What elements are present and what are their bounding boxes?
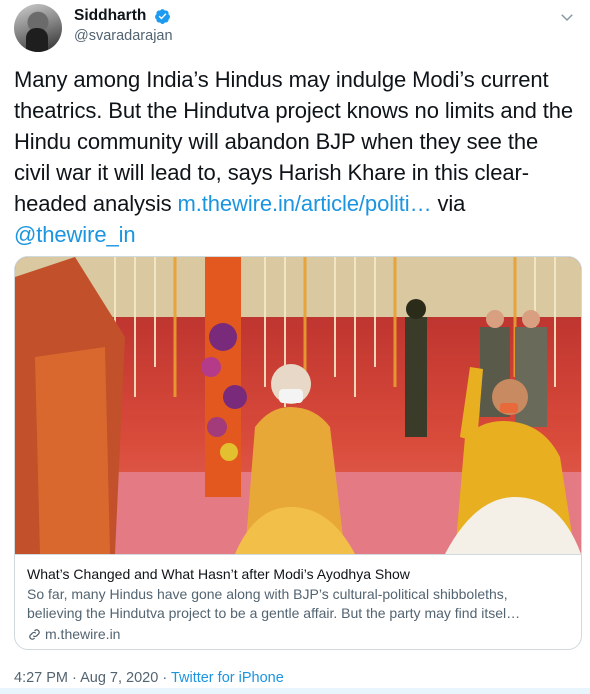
tweet-header: Siddharth @svaradarajan xyxy=(14,4,580,52)
card-title[interactable]: What’s Changed and What Hasn’t after Mod… xyxy=(27,565,571,584)
display-name[interactable]: Siddharth xyxy=(74,6,146,26)
tweet-date[interactable]: Aug 7, 2020 xyxy=(80,670,158,686)
chevron-down-icon[interactable] xyxy=(558,8,576,26)
article-link[interactable]: m.thewire.in/article/politi… xyxy=(178,191,432,216)
tweet-via: via xyxy=(431,191,466,216)
footer-separator: · xyxy=(158,670,171,686)
card-meta[interactable]: What’s Changed and What Hasn’t after Mod… xyxy=(15,554,581,649)
tweet-source[interactable]: Twitter for iPhone xyxy=(171,670,284,686)
link-icon xyxy=(29,629,40,640)
card-description: So far, many Hindus have gone along with… xyxy=(27,585,571,623)
ceremony-photo xyxy=(15,257,581,554)
card-domain-text: m.thewire.in xyxy=(45,626,121,642)
tweet-time[interactable]: 4:27 PM xyxy=(14,670,68,686)
tweet-text: Many among India’s Hindus may indulge Mo… xyxy=(14,64,580,250)
mention-link[interactable]: @thewire_in xyxy=(14,222,136,247)
link-card[interactable]: What’s Changed and What Hasn’t after Mod… xyxy=(14,256,582,650)
card-desc-line: So far, many Hindus have gone along with… xyxy=(27,586,508,602)
card-desc-line: believing the Hindutva project to be a g… xyxy=(27,605,521,621)
user-names: Siddharth @svaradarajan xyxy=(74,6,173,46)
user-handle[interactable]: @svaradarajan xyxy=(74,26,173,46)
footer-separator: · xyxy=(68,670,81,686)
card-domain: m.thewire.in xyxy=(27,625,120,644)
card-image[interactable] xyxy=(15,257,581,554)
avatar[interactable] xyxy=(14,4,62,52)
tweet-footer: 4:27 PM · Aug 7, 2020 · Twitter for iPho… xyxy=(14,668,284,688)
bottom-divider xyxy=(0,688,590,694)
verified-badge-icon xyxy=(154,8,170,24)
